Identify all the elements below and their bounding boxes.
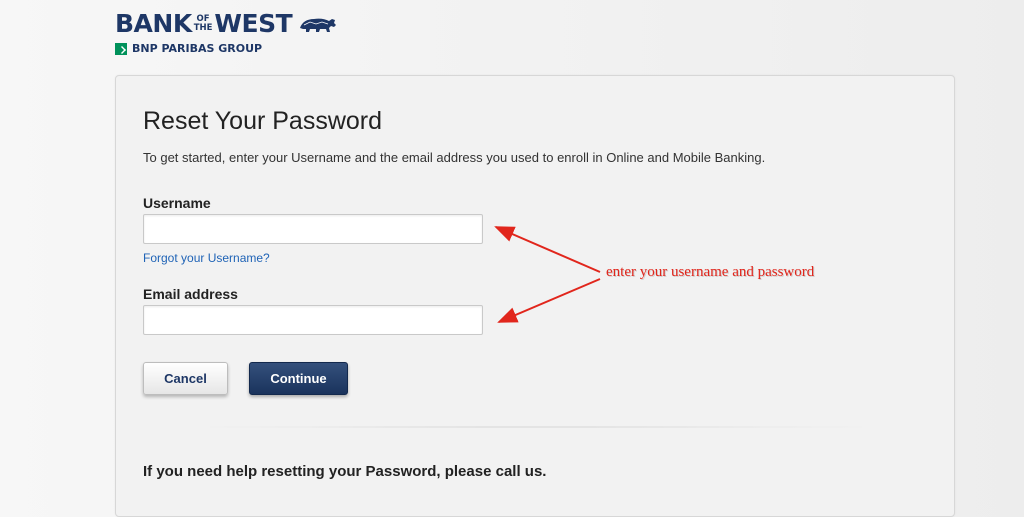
annotation-label: enter your username and password — [606, 264, 815, 280]
arrow-to-username — [494, 226, 601, 273]
annotation-arrows — [494, 226, 601, 323]
arrow-to-email — [497, 278, 601, 323]
